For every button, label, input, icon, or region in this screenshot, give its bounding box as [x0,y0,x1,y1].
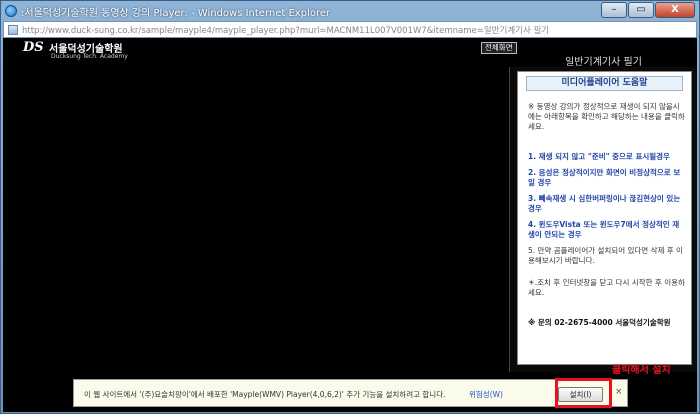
address-url[interactable]: http://www.duck-sung.co.kr/sample/mayple… [22,24,549,36]
course-title: 일반기계기사 필기 [565,57,642,68]
addon-infobar: 이 웹 사이트에서 '(주)요슬치팡이'에서 배포한 'Mayple(WMV) … [73,379,628,407]
help-box: 미디어플레이어 도움말 ※ 동영상 강의가 정상적으로 재생이 되지 않을시에는… [517,71,692,365]
risk-link[interactable]: 위험성(W) [469,389,503,400]
help-panel: 미디어플레이어 도움말 ※ 동영상 강의가 정상적으로 재생이 되지 않을시에는… [509,67,697,372]
infobar-message: 이 웹 사이트에서 '(주)요슬치팡이'에서 배포한 'Mayple(WMV) … [84,390,446,399]
help-item-4[interactable]: 4. 윈도우Vista 또는 윈도우7에서 정상적인 재생이 안되는 경우 [528,220,686,240]
internet-explorer-icon [5,5,17,17]
close-button[interactable]: X [655,2,695,18]
maximize-button[interactable]: ▭ [628,2,654,18]
infobar-close-icon[interactable]: × [615,387,623,397]
browser-window: :서울덕성기술학원 동영상 강의 Player: - Windows Inter… [0,0,700,414]
help-note-restart: ☀.조치 후 인터넷창을 닫고 다시 시작한 후 이용하세요. [528,278,685,297]
minimize-button[interactable]: – [601,2,627,18]
install-highlight-box [555,378,612,408]
window-title: :서울덕성기술학원 동영상 강의 Player: - Windows Inter… [21,7,331,19]
help-item-3[interactable]: 3. 빼속재생 시 심한버퍼링이나 끊김현상이 있는경우 [528,194,686,214]
logo-mark: DS [23,40,44,55]
title-bar: :서울덕성기술학원 동영상 강의 Player: - Windows Inter… [1,1,699,21]
help-item-1[interactable]: 1. 재생 되지 않고 "준비" 중으로 표시될경우 [528,152,686,162]
page-icon [8,24,18,35]
help-intro: ※ 동영상 강의가 정상적으로 재생이 되지 않을시에는 아래항목을 확인하고 … [528,102,685,131]
help-header: 미디어플레이어 도움말 [526,76,683,91]
help-contact: ※ 문의 02-2675-4000 서울덕성기술학원 [528,318,671,327]
help-item-2[interactable]: 2. 음성은 정상적이지만 화면이 비정상적으로 보일 경우 [528,168,686,188]
address-bar[interactable]: http://www.duck-sung.co.kr/sample/mayple… [3,21,697,38]
window-controls: – ▭ X [600,2,695,18]
player-content: DS 서울덕성기술학원 Ducksung Tech. Academy 전체화면 … [3,38,697,412]
install-callout: 클릭해서 설치 [612,365,671,376]
logo-english-name: Ducksung Tech. Academy [51,53,128,60]
help-note-5: 5. 만약 곰플레이어가 설치되어 있다면 삭제 후 이용해보시기 바랍니다. [528,246,683,265]
